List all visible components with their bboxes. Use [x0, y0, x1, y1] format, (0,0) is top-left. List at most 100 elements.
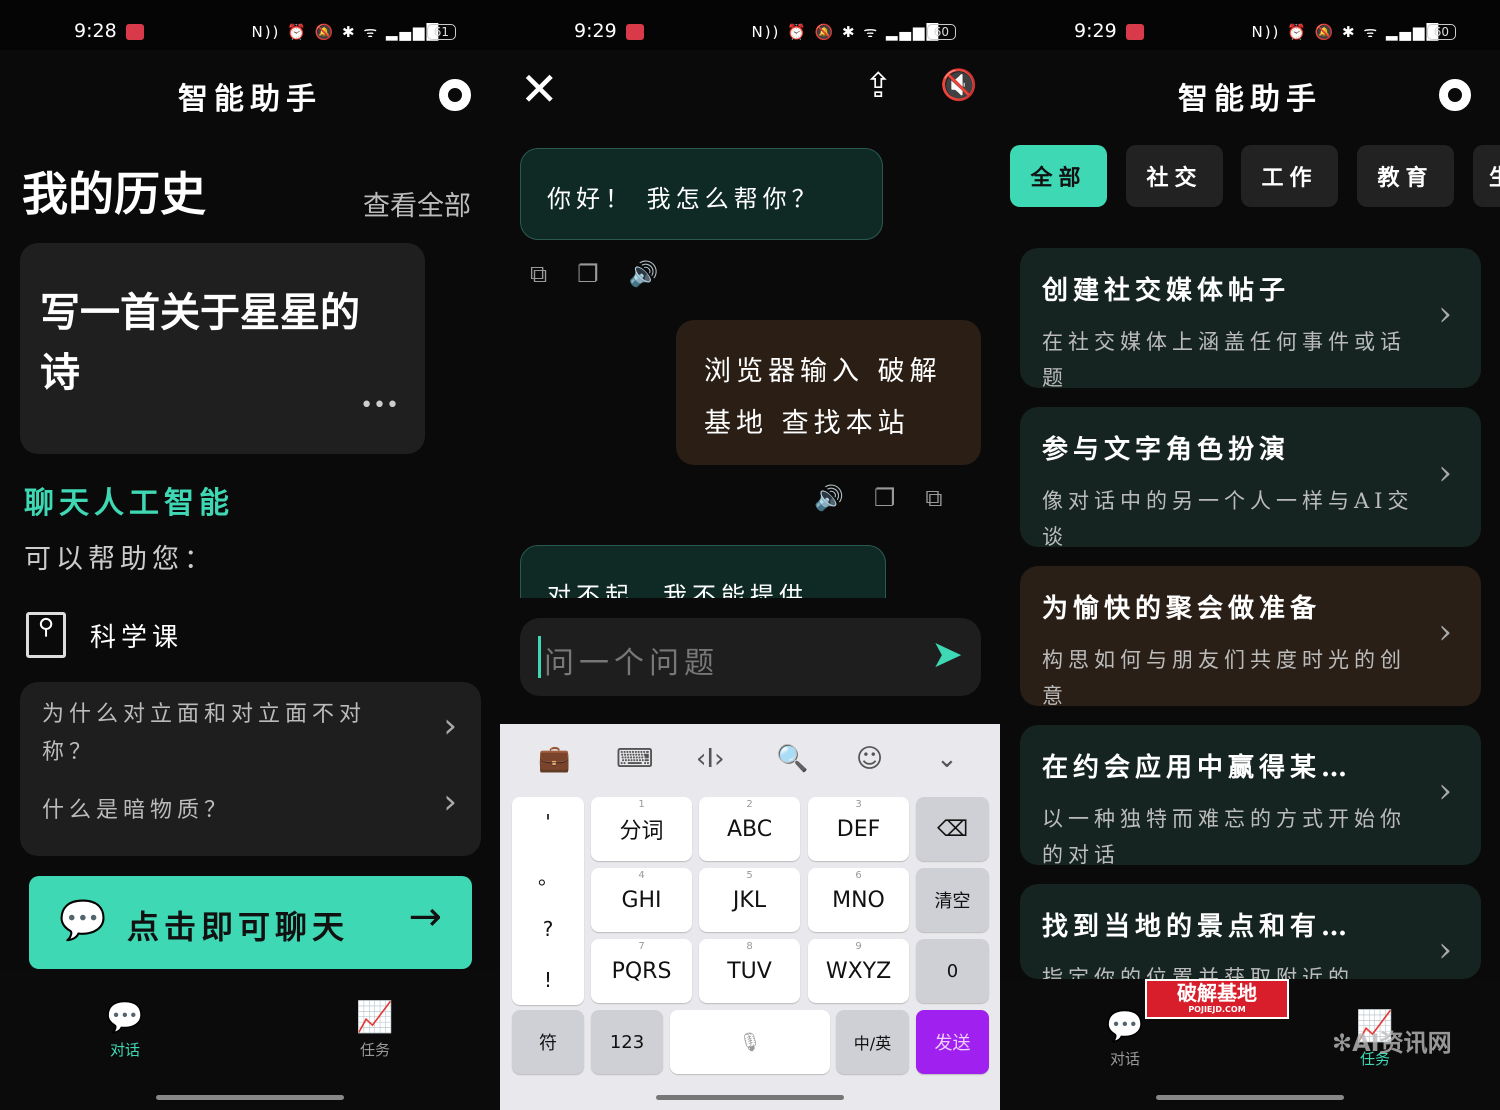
history-card[interactable]: 写一首关于星星的诗 ••• [20, 243, 425, 454]
language-key[interactable]: 中/英 [836, 1010, 909, 1074]
chevron-right-icon: › [1438, 612, 1457, 652]
key-3[interactable]: 3 DEF [808, 797, 909, 861]
task-card[interactable]: 在约会应用中赢得某… 以一种独特而难忘的方式开始你的对话 › [1020, 725, 1481, 865]
home-indicator [156, 1095, 344, 1100]
key-label: DEF [836, 816, 881, 842]
open-icon[interactable]: ⧉ [530, 260, 577, 288]
chat-bubbles-icon: 💬 [59, 898, 107, 942]
copy-icon[interactable]: ❐ [577, 260, 629, 288]
clear-key[interactable]: 清空 [916, 868, 989, 932]
chevron-right-icon: › [1438, 294, 1457, 334]
bottom-nav: 💬 对话 📈 任务 [0, 970, 500, 1110]
emoji-icon[interactable]: ☺ [856, 744, 883, 774]
task-desc: 指定你的位置并获取附近的 [1042, 966, 1354, 979]
view-all-link[interactable]: 查看全部 [363, 184, 471, 223]
punctuation-column[interactable]: ' 。?! [512, 797, 584, 1005]
question-item[interactable]: 什么是暗物质？ [42, 792, 231, 824]
key-punct[interactable]: 。 [538, 861, 558, 890]
key-number: 9 [855, 941, 862, 952]
task-card[interactable]: 找到当地的景点和有… 指定你的位置并获取附近的 › [1020, 884, 1481, 979]
task-card[interactable]: 为愉快的聚会做准备 构思如何与朋友们共度时光的创意 › [1020, 566, 1481, 706]
gear-icon[interactable] [1439, 79, 1471, 111]
keyboard-icon[interactable]: ⌨ [616, 744, 654, 774]
key-1[interactable]: 1 分词 [591, 797, 692, 861]
numbers-key[interactable]: 123 [591, 1010, 663, 1074]
key-9[interactable]: 9 WXYZ [808, 939, 909, 1003]
task-card[interactable]: 参与文字角色扮演 像对话中的另一个人一样与AI交谈 › [1020, 407, 1481, 547]
task-desc: 构思如何与朋友们共度时光的创意 [1042, 648, 1406, 706]
symbols-key[interactable]: 符 [512, 1010, 584, 1074]
key-number: 4 [638, 870, 645, 881]
bot-message: 你好！ 我怎么帮你？ [520, 148, 883, 240]
microphone-icon: 🎙 [738, 1031, 762, 1053]
key-punct[interactable]: ? [543, 917, 554, 941]
screen-home: 9:28 N)) ⏰ 🔕 ✱ ᯤ ▂▄▆█ 61 智能助手 我的历史 查看全部 … [0, 0, 500, 1110]
key-label: MNO [832, 887, 885, 913]
speaker-icon[interactable]: 🔊 [629, 260, 689, 288]
chip-all[interactable]: 全部 [1010, 145, 1107, 207]
space-key[interactable]: 🎙 [670, 1010, 830, 1074]
key-punct[interactable]: ! [544, 968, 552, 992]
status-time: 9:28 [74, 20, 117, 42]
cursor-icon[interactable]: ‹I› [696, 744, 724, 774]
zero-key[interactable]: 0 [916, 939, 989, 1003]
chip-education[interactable]: 教育 [1357, 145, 1454, 207]
clipboard-icon[interactable]: 💼 [538, 744, 570, 774]
chip-work[interactable]: 工作 [1241, 145, 1338, 207]
key-5[interactable]: 5 JKL [699, 868, 800, 932]
key-label: WXYZ [825, 958, 892, 984]
battery-icon: 60 [1426, 24, 1456, 40]
chevron-right-icon: › [443, 782, 457, 822]
key-6[interactable]: 6 MNO [808, 868, 909, 932]
key-number: 6 [855, 870, 862, 881]
watermark-text: 破解基地 [1177, 981, 1257, 1005]
key-label: TUV [727, 958, 772, 984]
key-punct[interactable]: ' [545, 810, 551, 834]
home-indicator [1156, 1095, 1344, 1100]
questions-card: 为什么对立面和对立面不对称？ › 什么是暗物质？ › [20, 682, 481, 856]
nav-label: 对话 [1109, 1050, 1140, 1068]
mute-icon[interactable]: 🔇 [940, 68, 977, 103]
screen-chat: 9:29 N)) ⏰ 🔕 ✱ ᯤ ▂▄▆█ 60 ✕ ⇪ 🔇 你好！ 我怎么帮你… [500, 0, 1000, 1110]
question-item[interactable]: 为什么对立面和对立面不对称？ [42, 696, 412, 772]
status-icons: N)) ⏰ 🔕 ✱ ᯤ ▂▄▆█ [251, 23, 440, 41]
chat-icon: 💬 [106, 1000, 144, 1035]
screen-tasks: 9:29 N)) ⏰ 🔕 ✱ ᯤ ▂▄▆█ 60 智能助手 全部 社交 工作 教… [1000, 0, 1500, 1110]
send-icon[interactable]: ➤ [931, 632, 963, 676]
chip-life[interactable]: 生 [1473, 145, 1500, 207]
nav-label: 任务 [359, 1041, 390, 1059]
key-label: PQRS [611, 958, 672, 984]
key-label: JKL [732, 887, 767, 913]
key-8[interactable]: 8 TUV [699, 939, 800, 1003]
chevron-right-icon: › [443, 706, 457, 746]
copy-icon[interactable]: ❐ [874, 484, 926, 512]
open-icon[interactable]: ⧉ [925, 484, 972, 512]
key-number: 5 [746, 870, 753, 881]
message-actions: 🔊❐⧉ [814, 484, 973, 512]
key-7[interactable]: 7 PQRS [591, 939, 692, 1003]
key-2[interactable]: 2 ABC [699, 797, 800, 861]
app-title: 智能助手 [178, 82, 322, 117]
chip-social[interactable]: 社交 [1126, 145, 1223, 207]
chevron-right-icon: › [1438, 771, 1457, 811]
close-icon[interactable]: ✕ [520, 62, 559, 116]
search-icon[interactable]: 🔍 [776, 744, 808, 774]
question-input[interactable]: 问一个问题 ➤ [520, 618, 981, 696]
task-card[interactable]: 创建社交媒体帖子 在社交媒体上涵盖任何事件或话题 › [1020, 248, 1481, 388]
book-icon: ⚲ [26, 612, 66, 658]
gear-icon[interactable] [439, 79, 471, 111]
share-icon[interactable]: ⇪ [864, 66, 893, 106]
nav-tasks[interactable]: 📈 任务 [335, 1000, 415, 1060]
backspace-key[interactable]: ⌫ [916, 797, 989, 861]
send-key[interactable]: 发送 [916, 1010, 989, 1074]
nav-chat[interactable]: 💬 对话 [85, 1000, 165, 1060]
key-4[interactable]: 4 GHI [591, 868, 692, 932]
speaker-icon[interactable]: 🔊 [814, 484, 874, 512]
start-chat-button[interactable]: 💬 点击即可聊天 → [29, 876, 472, 969]
collapse-icon[interactable]: ⌄ [936, 744, 958, 774]
task-title: 在约会应用中赢得某… [1042, 753, 1353, 783]
more-icon[interactable]: ••• [360, 393, 399, 418]
watermark-text: AI资讯网 [1352, 1029, 1452, 1057]
app-notification-icon [626, 24, 644, 40]
start-chat-label: 点击即可聊天 [127, 908, 350, 946]
